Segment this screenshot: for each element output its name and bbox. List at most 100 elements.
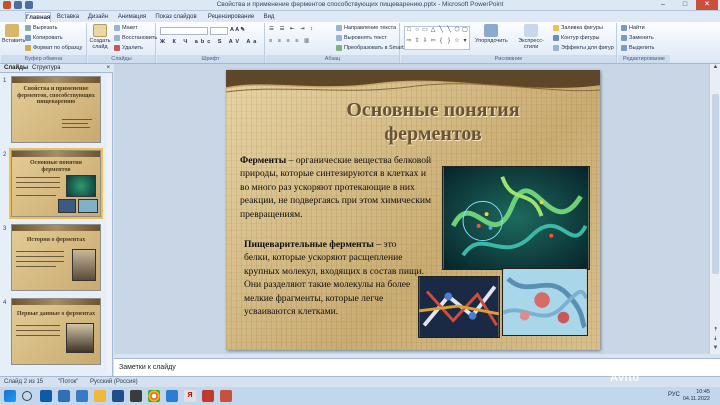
paragraph-group: ☰ ☰ ⇤ ⇥ ↕ ≡ ≡ ≡ ≡ ▥ Направление текста В… — [266, 23, 411, 63]
minimize-button[interactable]: – — [652, 0, 674, 10]
thumb-text-line — [62, 127, 90, 128]
editor-scrollbar[interactable]: ▲ ⯭ ⯯ ▼ — [709, 64, 720, 354]
list-buttons[interactable]: ☰ ☰ ⇤ ⇥ ↕ — [269, 26, 315, 32]
yandex-icon[interactable]: Я — [184, 390, 196, 402]
tab-animation[interactable]: Анимация — [115, 12, 149, 22]
font-family-select[interactable] — [160, 27, 208, 35]
close-button[interactable]: ✕ — [696, 0, 718, 10]
thumb-text-line — [16, 182, 60, 183]
font-group: A A ✎ Ж К Ч abc S AV Aa Шрифт — [157, 23, 265, 63]
quick-styles-button[interactable]: Экспресс-стили — [511, 24, 551, 50]
acrobat-icon[interactable] — [202, 390, 214, 402]
edge-icon[interactable] — [40, 390, 52, 402]
shape-fill-button[interactable]: Заливка фигуры — [553, 25, 603, 31]
thumb-band — [12, 299, 100, 305]
slide-thumbnail-1[interactable]: Свойства и применение ферментов, способс… — [11, 76, 101, 143]
thumb-text-line — [16, 187, 60, 188]
thumb-title: История о ферментах — [26, 237, 86, 243]
pane-scrollbar[interactable] — [106, 74, 112, 374]
format-painter-button[interactable]: Формат по образцу — [25, 45, 82, 51]
smartart-button[interactable]: Преобразовать в SmartArt — [336, 45, 411, 51]
ribbon-tabs: Главная Вставка Дизайн Анимация Показ сл… — [0, 11, 720, 22]
tab-view[interactable]: Вид — [262, 12, 276, 22]
slide-text-enzymes[interactable]: Ферменты – органические вещества белково… — [240, 154, 432, 221]
app-icon[interactable] — [130, 390, 142, 402]
clock[interactable]: 10:45 04.11.2022 — [683, 389, 710, 403]
slide-thumbnail-2[interactable]: Основные понятия ферментов — [9, 148, 103, 219]
chrome-icon[interactable] — [148, 390, 160, 402]
grow-font-button[interactable]: A A ✎ — [230, 27, 245, 33]
close-pane-icon[interactable]: × — [106, 65, 110, 71]
drawing-group: □ ○ ▭ △ ╲ ╲ ⬡ ▢ ⇨ ⇧ ⇩ ⇦{} ☆ ▾ Упорядочить Экспресс-ст… — [401, 23, 617, 63]
slide-title-line-1: Основные понятия — [346, 99, 520, 121]
align-text-button[interactable]: Выровнять текст — [336, 35, 387, 41]
scroll-up-icon[interactable]: ▲ — [710, 64, 720, 73]
copy-button[interactable]: Копировать — [25, 35, 63, 41]
pane-tabs: Слайды Структура × — [0, 64, 113, 73]
tab-slides[interactable]: Слайды — [4, 65, 28, 71]
theme-name: "Поток" — [58, 379, 79, 385]
delete-slide-button[interactable]: Удалить — [114, 45, 143, 51]
font-size-select[interactable] — [210, 27, 228, 35]
thumb-image — [78, 199, 98, 213]
protein-structure-image[interactable] — [442, 166, 590, 270]
slide-title-line-2: ферментов — [384, 123, 482, 145]
thumb-text-line — [16, 261, 64, 262]
slide-number: 4 — [3, 300, 7, 306]
shapes-gallery[interactable]: □ ○ ▭ △ ╲ ╲ ⬡ ▢ ⇨ ⇧ ⇩ ⇦{} ☆ ▾ — [404, 26, 470, 50]
start-icon[interactable] — [4, 390, 16, 402]
tab-design[interactable]: Дизайн — [85, 12, 111, 22]
align-buttons[interactable]: ≡ ≡ ≡ ≡ ▥ — [269, 38, 311, 44]
paste-button[interactable]: Вставить — [2, 24, 25, 44]
maximize-button[interactable]: □ — [674, 0, 696, 10]
arrange-button[interactable]: Упорядочить — [475, 24, 508, 44]
find-button[interactable]: Найти — [621, 25, 645, 31]
slide-top-band — [226, 70, 600, 93]
slide-number: 1 — [3, 78, 7, 84]
text-direction-button[interactable]: Направление текста — [336, 25, 396, 31]
cell-structure-image[interactable] — [502, 268, 588, 336]
group-label: Шрифт — [157, 55, 264, 63]
thumb-title: Свойства и применение ферментов, способс… — [17, 86, 95, 105]
thumb-band — [12, 77, 100, 83]
layout-button[interactable]: Макет — [114, 25, 138, 31]
molecule-model-image[interactable] — [418, 276, 500, 338]
file-explorer-icon[interactable] — [94, 390, 106, 402]
store-icon[interactable] — [112, 390, 124, 402]
cut-button[interactable]: Вырезать — [25, 25, 57, 31]
slide-text-digestive-enzymes[interactable]: Пищеварительные ферменты – это белки, ко… — [244, 238, 424, 318]
language-indicator[interactable]: Русский (Россия) — [90, 379, 138, 385]
slide-thumbnail-4[interactable]: Первые данные о ферментах — [11, 298, 101, 365]
font-format-buttons[interactable]: Ж К Ч abc S AV Aa — [160, 39, 259, 45]
select-button[interactable]: Выделить — [621, 45, 654, 51]
shape-outline-button[interactable]: Контур фигуры — [553, 35, 599, 41]
tab-home[interactable]: Главная — [25, 12, 51, 22]
mail-icon[interactable] — [76, 390, 88, 402]
replace-button[interactable]: Заменить — [621, 35, 654, 41]
term-enzymes: Ферменты — [240, 155, 287, 166]
thumb-text-line — [16, 266, 56, 267]
scroll-thumb[interactable] — [712, 94, 719, 274]
thumb-text-line — [62, 123, 88, 124]
tab-review[interactable]: Рецензирование — [202, 12, 260, 22]
tab-slideshow[interactable]: Показ слайдов — [153, 12, 199, 22]
word-icon[interactable] — [166, 390, 178, 402]
slide-canvas[interactable]: Основные понятия ферментов Ферменты – ор… — [226, 70, 600, 350]
slide-title[interactable]: Основные понятия ферментов — [266, 98, 600, 146]
keyboard-language[interactable]: РУС — [668, 392, 680, 398]
tab-insert[interactable]: Вставка — [55, 12, 81, 22]
scroll-down-icon[interactable]: ▼ — [710, 345, 720, 354]
tab-outline[interactable]: Структура — [32, 65, 60, 71]
next-slide-icon[interactable]: ⯯ — [710, 336, 720, 345]
group-label: Абзац — [266, 55, 399, 63]
search-icon[interactable] — [22, 391, 32, 401]
shape-effects-button[interactable]: Эффекты для фигур — [553, 45, 614, 51]
new-slide-button[interactable]: Создать слайд — [89, 24, 111, 50]
term-digestive-enzymes: Пищеварительные ферменты — [244, 239, 374, 250]
prev-slide-icon[interactable]: ⯭ — [710, 327, 720, 336]
task-view-icon[interactable] — [58, 390, 70, 402]
powerpoint-icon[interactable] — [220, 390, 232, 402]
slide-thumbnail-3[interactable]: История о ферментах — [11, 224, 101, 291]
reset-button[interactable]: Восстановить — [114, 35, 157, 41]
ribbon: Вставить Вырезать Копировать Формат по о… — [0, 22, 720, 64]
